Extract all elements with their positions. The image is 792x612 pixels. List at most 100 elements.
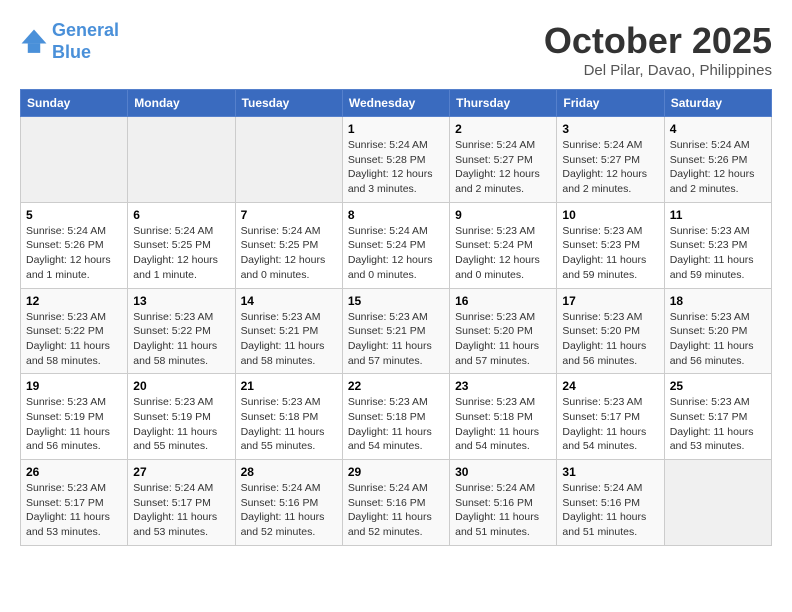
weekday-header: Thursday <box>450 90 557 117</box>
weekday-header: Monday <box>128 90 235 117</box>
day-number: 1 <box>348 122 444 136</box>
day-info: Sunrise: 5:23 AM Sunset: 5:20 PM Dayligh… <box>455 310 551 369</box>
calendar-table: SundayMondayTuesdayWednesdayThursdayFrid… <box>20 89 772 546</box>
day-number: 25 <box>670 379 766 393</box>
calendar-cell <box>235 117 342 203</box>
day-number: 14 <box>241 294 337 308</box>
day-info: Sunrise: 5:23 AM Sunset: 5:24 PM Dayligh… <box>455 224 551 283</box>
header-row: SundayMondayTuesdayWednesdayThursdayFrid… <box>21 90 772 117</box>
calendar-week-row: 5 Sunrise: 5:24 AM Sunset: 5:26 PM Daylig… <box>21 202 772 288</box>
calendar-cell: 17 Sunrise: 5:23 AM Sunset: 5:20 PM Dayli… <box>557 288 664 374</box>
day-number: 10 <box>562 208 658 222</box>
day-info: Sunrise: 5:23 AM Sunset: 5:19 PM Dayligh… <box>26 395 122 454</box>
day-info: Sunrise: 5:23 AM Sunset: 5:22 PM Dayligh… <box>133 310 229 369</box>
day-info: Sunrise: 5:24 AM Sunset: 5:17 PM Dayligh… <box>133 481 229 540</box>
day-number: 5 <box>26 208 122 222</box>
logo-text: General Blue <box>52 20 119 63</box>
calendar-cell: 7Sunrise: 5:24 AM Sunset: 5:25 PM Daylig… <box>235 202 342 288</box>
calendar-cell: 11Sunrise: 5:23 AM Sunset: 5:23 PM Dayli… <box>664 202 771 288</box>
calendar-cell: 23 Sunrise: 5:23 AM Sunset: 5:18 PM Dayli… <box>450 374 557 460</box>
day-info: Sunrise: 5:23 AM Sunset: 5:21 PM Dayligh… <box>348 310 444 369</box>
calendar-cell <box>128 117 235 203</box>
day-number: 4 <box>670 122 766 136</box>
calendar-cell: 24Sunrise: 5:23 AM Sunset: 5:17 PM Dayli… <box>557 374 664 460</box>
calendar-cell: 28Sunrise: 5:24 AM Sunset: 5:16 PM Dayli… <box>235 460 342 546</box>
day-info: Sunrise: 5:24 AM Sunset: 5:27 PM Dayligh… <box>455 138 551 197</box>
day-number: 23 <box>455 379 551 393</box>
calendar-cell: 5 Sunrise: 5:24 AM Sunset: 5:26 PM Daylig… <box>21 202 128 288</box>
weekday-header: Sunday <box>21 90 128 117</box>
calendar-cell <box>21 117 128 203</box>
day-number: 3 <box>562 122 658 136</box>
calendar-cell: 4 Sunrise: 5:24 AM Sunset: 5:26 PM Daylig… <box>664 117 771 203</box>
day-number: 12 <box>26 294 122 308</box>
day-number: 13 <box>133 294 229 308</box>
calendar-cell: 20Sunrise: 5:23 AM Sunset: 5:19 PM Dayli… <box>128 374 235 460</box>
logo-icon <box>20 28 48 56</box>
day-number: 18 <box>670 294 766 308</box>
calendar-cell: 6Sunrise: 5:24 AM Sunset: 5:25 PM Daylig… <box>128 202 235 288</box>
weekday-header: Tuesday <box>235 90 342 117</box>
calendar-week-row: 12 Sunrise: 5:23 AM Sunset: 5:22 PM Dayli… <box>21 288 772 374</box>
day-info: Sunrise: 5:23 AM Sunset: 5:17 PM Dayligh… <box>670 395 766 454</box>
location-subtitle: Del Pilar, Davao, Philippines <box>544 62 772 79</box>
weekday-header: Friday <box>557 90 664 117</box>
day-number: 31 <box>562 465 658 479</box>
page-header: General Blue October 2025 Del Pilar, Dav… <box>20 20 772 79</box>
calendar-cell: 1 Sunrise: 5:24 AM Sunset: 5:28 PM Daylig… <box>342 117 449 203</box>
day-number: 21 <box>241 379 337 393</box>
day-info: Sunrise: 5:23 AM Sunset: 5:20 PM Dayligh… <box>562 310 658 369</box>
calendar-week-row: 1 Sunrise: 5:24 AM Sunset: 5:28 PM Daylig… <box>21 117 772 203</box>
calendar-cell: 29 Sunrise: 5:24 AM Sunset: 5:16 PM Dayli… <box>342 460 449 546</box>
day-number: 19 <box>26 379 122 393</box>
calendar-week-row: 26Sunrise: 5:23 AM Sunset: 5:17 PM Dayli… <box>21 460 772 546</box>
day-number: 2 <box>455 122 551 136</box>
day-number: 8 <box>348 208 444 222</box>
calendar-cell: 3 Sunrise: 5:24 AM Sunset: 5:27 PM Daylig… <box>557 117 664 203</box>
weekday-header: Wednesday <box>342 90 449 117</box>
calendar-cell: 19 Sunrise: 5:23 AM Sunset: 5:19 PM Dayli… <box>21 374 128 460</box>
day-number: 7 <box>241 208 337 222</box>
day-info: Sunrise: 5:23 AM Sunset: 5:18 PM Dayligh… <box>348 395 444 454</box>
day-info: Sunrise: 5:24 AM Sunset: 5:16 PM Dayligh… <box>455 481 551 540</box>
calendar-cell: 12Sunrise: 5:23 AM Sunset: 5:22 PM Dayli… <box>21 288 128 374</box>
calendar-cell: 26Sunrise: 5:23 AM Sunset: 5:17 PM Dayli… <box>21 460 128 546</box>
calendar-cell <box>664 460 771 546</box>
day-number: 17 <box>562 294 658 308</box>
day-info: Sunrise: 5:24 AM Sunset: 5:26 PM Dayligh… <box>26 224 122 283</box>
calendar-header: SundayMondayTuesdayWednesdayThursdayFrid… <box>21 90 772 117</box>
title-section: October 2025 Del Pilar, Davao, Philippin… <box>544 20 772 79</box>
weekday-header: Saturday <box>664 90 771 117</box>
day-info: Sunrise: 5:24 AM Sunset: 5:27 PM Dayligh… <box>562 138 658 197</box>
day-info: Sunrise: 5:24 AM Sunset: 5:24 PM Dayligh… <box>348 224 444 283</box>
day-info: Sunrise: 5:24 AM Sunset: 5:28 PM Dayligh… <box>348 138 444 197</box>
calendar-body: 1 Sunrise: 5:24 AM Sunset: 5:28 PM Daylig… <box>21 117 772 546</box>
day-number: 26 <box>26 465 122 479</box>
calendar-cell: 21 Sunrise: 5:23 AM Sunset: 5:18 PM Dayli… <box>235 374 342 460</box>
day-number: 28 <box>241 465 337 479</box>
day-info: Sunrise: 5:24 AM Sunset: 5:26 PM Dayligh… <box>670 138 766 197</box>
day-info: Sunrise: 5:23 AM Sunset: 5:18 PM Dayligh… <box>241 395 337 454</box>
calendar-cell: 25 Sunrise: 5:23 AM Sunset: 5:17 PM Dayli… <box>664 374 771 460</box>
calendar-cell: 15Sunrise: 5:23 AM Sunset: 5:21 PM Dayli… <box>342 288 449 374</box>
calendar-cell: 18Sunrise: 5:23 AM Sunset: 5:20 PM Dayli… <box>664 288 771 374</box>
day-info: Sunrise: 5:24 AM Sunset: 5:16 PM Dayligh… <box>562 481 658 540</box>
calendar-cell: 27 Sunrise: 5:24 AM Sunset: 5:17 PM Dayli… <box>128 460 235 546</box>
calendar-cell: 22 Sunrise: 5:23 AM Sunset: 5:18 PM Dayli… <box>342 374 449 460</box>
day-number: 30 <box>455 465 551 479</box>
day-info: Sunrise: 5:24 AM Sunset: 5:16 PM Dayligh… <box>348 481 444 540</box>
day-info: Sunrise: 5:23 AM Sunset: 5:17 PM Dayligh… <box>562 395 658 454</box>
day-info: Sunrise: 5:23 AM Sunset: 5:21 PM Dayligh… <box>241 310 337 369</box>
calendar-cell: 16 Sunrise: 5:23 AM Sunset: 5:20 PM Dayli… <box>450 288 557 374</box>
calendar-cell: 30 Sunrise: 5:24 AM Sunset: 5:16 PM Dayli… <box>450 460 557 546</box>
day-info: Sunrise: 5:23 AM Sunset: 5:18 PM Dayligh… <box>455 395 551 454</box>
day-number: 29 <box>348 465 444 479</box>
day-number: 22 <box>348 379 444 393</box>
day-number: 27 <box>133 465 229 479</box>
calendar-cell: 9Sunrise: 5:23 AM Sunset: 5:24 PM Daylig… <box>450 202 557 288</box>
day-number: 16 <box>455 294 551 308</box>
day-info: Sunrise: 5:23 AM Sunset: 5:23 PM Dayligh… <box>670 224 766 283</box>
calendar-cell: 2 Sunrise: 5:24 AM Sunset: 5:27 PM Daylig… <box>450 117 557 203</box>
calendar-cell: 13 Sunrise: 5:23 AM Sunset: 5:22 PM Dayli… <box>128 288 235 374</box>
calendar-cell: 14 Sunrise: 5:23 AM Sunset: 5:21 PM Dayli… <box>235 288 342 374</box>
